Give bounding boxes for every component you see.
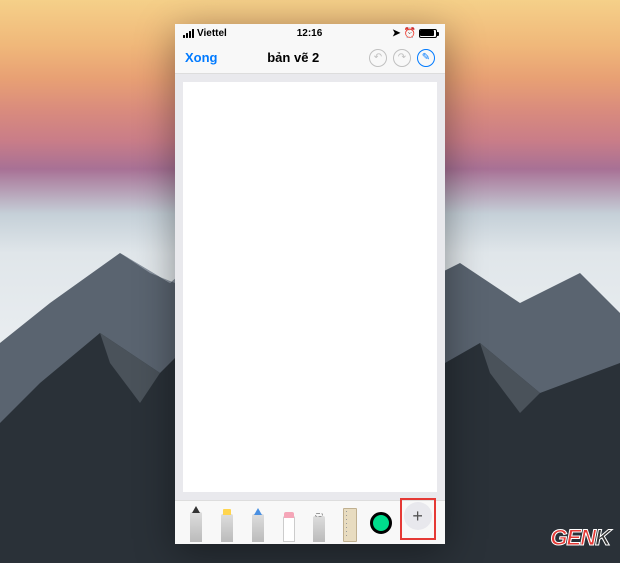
status-bar: Viettel 12:16 ➤ ⏰	[175, 24, 445, 42]
nav-actions: ↶ ↷ ✎	[369, 49, 435, 67]
pen-tool[interactable]	[184, 504, 208, 542]
watermark-part1: GEN	[550, 525, 595, 550]
color-picker[interactable]	[369, 504, 393, 542]
color-well-icon	[370, 512, 392, 534]
battery-icon	[419, 29, 437, 38]
drawing-canvas[interactable]	[183, 82, 437, 492]
redo-icon[interactable]: ↷	[393, 49, 411, 67]
undo-icon[interactable]: ↶	[369, 49, 387, 67]
signal-icon	[183, 29, 194, 38]
ruler-tool[interactable]	[338, 504, 362, 542]
content-area	[175, 74, 445, 500]
lasso-tool[interactable]	[307, 504, 331, 542]
status-right: ➤ ⏰	[392, 28, 437, 39]
nav-bar: Xong bản vẽ 2 ↶ ↷ ✎	[175, 42, 445, 74]
add-button-highlight: +	[400, 498, 436, 540]
alarm-icon: ⏰	[404, 28, 416, 39]
page-title: bản vẽ 2	[267, 50, 319, 65]
status-left: Viettel	[183, 28, 227, 39]
location-icon: ➤	[392, 28, 400, 39]
pencil-tool[interactable]	[246, 504, 270, 542]
phone-frame: Viettel 12:16 ➤ ⏰ Xong bản vẽ 2 ↶ ↷ ✎	[175, 24, 445, 544]
markup-toolbar: +	[175, 500, 445, 544]
watermark-part2: K	[595, 525, 610, 550]
add-button[interactable]: +	[404, 502, 432, 530]
plus-icon: +	[412, 506, 423, 527]
carrier-label: Viettel	[197, 28, 227, 39]
done-button[interactable]: Xong	[185, 50, 218, 65]
watermark-logo: GENK	[550, 525, 610, 551]
clock: 12:16	[297, 28, 323, 39]
markup-icon[interactable]: ✎	[417, 49, 435, 67]
eraser-tool[interactable]	[277, 504, 301, 542]
highlighter-tool[interactable]	[215, 504, 239, 542]
